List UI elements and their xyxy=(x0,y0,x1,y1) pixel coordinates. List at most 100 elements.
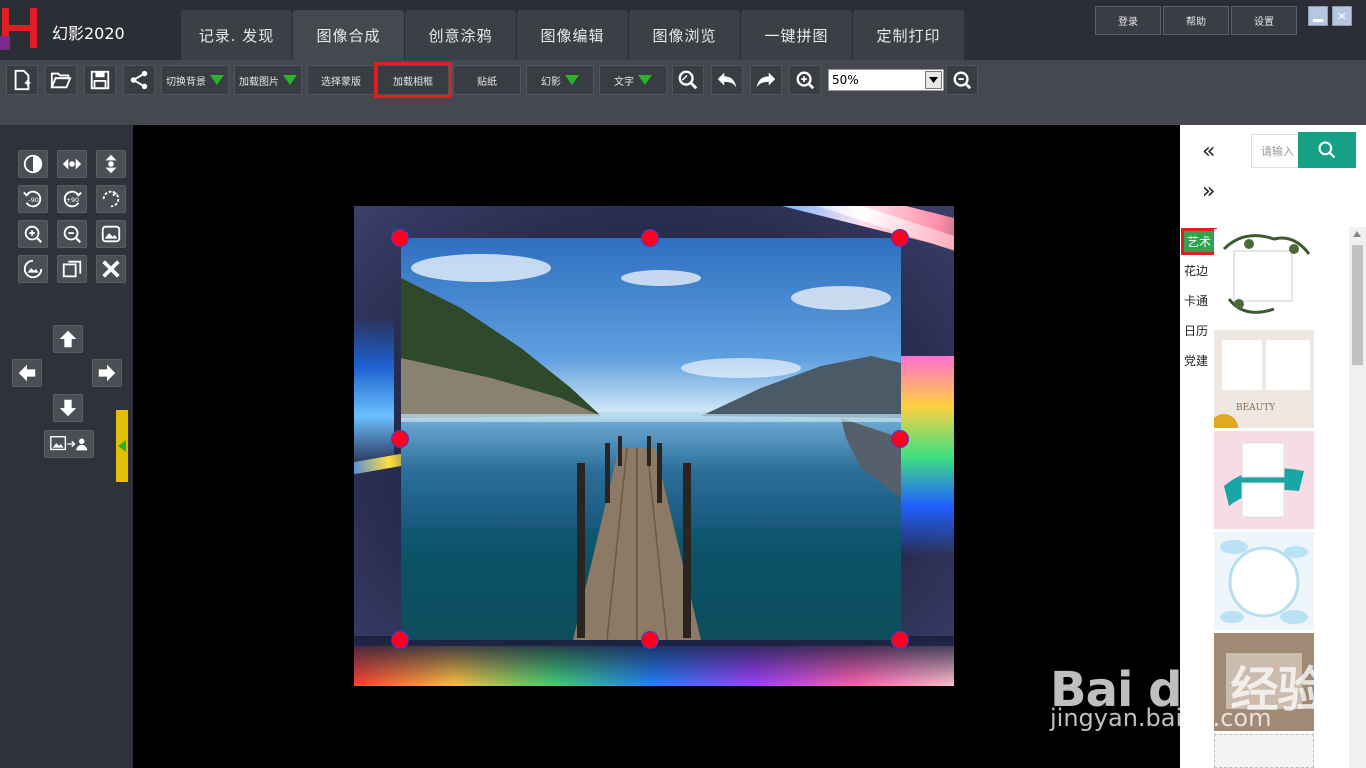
frame-thumbnail[interactable]: BEAUTY xyxy=(1214,330,1314,428)
undo-button[interactable] xyxy=(711,65,743,95)
tab-image-edit[interactable]: 图像编辑 xyxy=(517,10,628,60)
apply-to-person-button[interactable] xyxy=(44,430,94,458)
move-right-button[interactable] xyxy=(92,359,122,387)
rotate-left-90-icon: -90 xyxy=(23,190,42,208)
add-frame-button[interactable]: 加载相框 xyxy=(374,62,452,98)
tab-one-click-collage[interactable]: 一键拼图 xyxy=(741,10,852,60)
open-folder-button[interactable] xyxy=(45,65,77,95)
tab-custom-print[interactable]: 定制打印 xyxy=(853,10,964,60)
chevron-down-icon[interactable] xyxy=(925,71,942,89)
tab-creative-doodle[interactable]: 创意涂鸦 xyxy=(405,10,516,60)
flip-horizontal-button[interactable] xyxy=(57,150,87,178)
new-file-icon xyxy=(14,69,31,91)
tab-image-compose[interactable]: 图像合成 xyxy=(293,10,404,60)
resize-handle-left[interactable] xyxy=(391,430,409,448)
svg-text:-90: -90 xyxy=(28,196,38,204)
frame-decoration xyxy=(894,356,954,556)
move-left-button[interactable] xyxy=(12,359,42,387)
save-icon xyxy=(90,70,110,90)
category-calendar[interactable]: 日历 xyxy=(1184,322,1214,339)
scroll-up-icon[interactable] xyxy=(1353,231,1361,237)
image-adjust-button[interactable] xyxy=(18,255,48,283)
frame-decoration xyxy=(354,316,394,466)
share-button[interactable] xyxy=(123,65,155,95)
category-party-building[interactable]: 党建 xyxy=(1184,352,1214,369)
category-cartoon[interactable]: 卡通 xyxy=(1184,292,1214,309)
move-up-button[interactable] xyxy=(53,325,83,353)
svg-text:+90: +90 xyxy=(66,196,80,204)
text-label: 文字 xyxy=(614,76,634,88)
zoom-in-image-button[interactable] xyxy=(18,220,48,248)
rotate-right-90-icon: +90 xyxy=(63,190,82,208)
chevron-left-icon xyxy=(118,440,126,452)
add-image-dropdown[interactable]: 加载图片 xyxy=(234,65,302,95)
scrollbar-thumb[interactable] xyxy=(1352,245,1363,365)
resize-handle-bottom-right[interactable] xyxy=(891,631,909,649)
copy-layer-button[interactable] xyxy=(57,255,87,283)
rotate-minus-90-button[interactable]: -90 xyxy=(18,185,48,213)
frame-thumbnail[interactable] xyxy=(1214,229,1314,327)
zoom-level-select[interactable]: 50% xyxy=(828,69,944,91)
left-tools-panel: -90 +90 xyxy=(0,125,133,768)
flip-vertical-icon xyxy=(105,154,117,174)
resize-handle-bottom-left[interactable] xyxy=(391,631,409,649)
category-art[interactable]: 艺术 xyxy=(1181,228,1217,255)
redo-button[interactable] xyxy=(750,65,782,95)
folder-open-icon xyxy=(50,72,72,89)
resize-handle-top-left[interactable] xyxy=(391,229,409,247)
fit-image-button[interactable] xyxy=(96,220,126,248)
svg-text:BEAUTY: BEAUTY xyxy=(1236,403,1276,413)
beauty-frame-image: BEAUTY xyxy=(1214,330,1314,428)
illusion-label: 幻影 xyxy=(541,76,561,88)
frame-thumbnail[interactable] xyxy=(1214,734,1314,768)
text-dropdown[interactable]: 文字 xyxy=(599,65,667,95)
arrow-down-icon xyxy=(59,399,77,417)
frame-library-panel: « » 请输入 艺术 花边 卡通 日历 党建 BEAUTY xyxy=(1180,125,1366,768)
save-button[interactable] xyxy=(84,65,116,95)
zoom-out-image-button[interactable] xyxy=(57,220,87,248)
resize-handle-right[interactable] xyxy=(891,430,909,448)
flip-vertical-button[interactable] xyxy=(96,150,126,178)
arrow-left-icon xyxy=(18,364,36,382)
resize-handle-top-right[interactable] xyxy=(891,229,909,247)
delete-layer-button[interactable] xyxy=(96,255,126,283)
resize-handle-bottom[interactable] xyxy=(641,631,659,649)
settings-button[interactable]: 设置 xyxy=(1231,6,1297,35)
composed-photo[interactable] xyxy=(401,238,901,640)
login-button[interactable]: 登录 xyxy=(1095,6,1161,35)
zoom-in-icon xyxy=(796,71,815,90)
frame-thumbnail[interactable] xyxy=(1214,633,1314,731)
switch-background-dropdown[interactable]: 切换背景 xyxy=(161,65,229,95)
free-rotate-button[interactable] xyxy=(96,185,126,213)
tab-image-browse[interactable]: 图像浏览 xyxy=(629,10,740,60)
tab-record-discover[interactable]: 记录. 发现 xyxy=(181,10,292,60)
help-button[interactable]: 帮助 xyxy=(1163,6,1229,35)
illusion-dropdown[interactable]: 幻影 xyxy=(526,65,594,95)
contrast-button[interactable] xyxy=(18,150,48,178)
editing-canvas[interactable] xyxy=(133,125,1180,768)
resize-handle-top[interactable] xyxy=(641,229,659,247)
panel-collapse-handle[interactable] xyxy=(116,410,128,482)
magic-search-button[interactable] xyxy=(672,65,704,95)
close-window-button[interactable]: ✕ xyxy=(1332,6,1352,26)
frame-thumbnail[interactable] xyxy=(1214,532,1314,630)
sticker-button[interactable]: 贴纸 xyxy=(453,65,521,95)
rotate-plus-90-button[interactable]: +90 xyxy=(57,185,87,213)
app-title: 幻影2020 xyxy=(52,24,125,43)
zoom-in-button[interactable] xyxy=(789,65,821,95)
move-down-button[interactable] xyxy=(53,394,83,422)
zoom-out-icon xyxy=(953,71,972,90)
zoom-out-icon xyxy=(63,225,82,244)
minimize-button[interactable] xyxy=(1308,6,1328,26)
select-template-button[interactable]: 选择蒙版 xyxy=(307,65,375,95)
new-file-button[interactable] xyxy=(6,65,38,95)
zoom-out-button[interactable] xyxy=(946,65,978,95)
frame-thumbnail[interactable] xyxy=(1214,431,1314,529)
double-chevron-left-icon[interactable]: « xyxy=(1202,139,1215,164)
title-bar: 幻影2020 记录. 发现 图像合成 创意涂鸦 图像编辑 图像浏览 一键拼图 定… xyxy=(0,0,1366,60)
category-lace[interactable]: 花边 xyxy=(1184,262,1214,279)
photo-frame[interactable] xyxy=(354,206,954,686)
search-button[interactable] xyxy=(1298,132,1356,168)
double-chevron-right-icon[interactable]: » xyxy=(1202,179,1215,204)
library-scrollbar[interactable] xyxy=(1349,227,1366,768)
